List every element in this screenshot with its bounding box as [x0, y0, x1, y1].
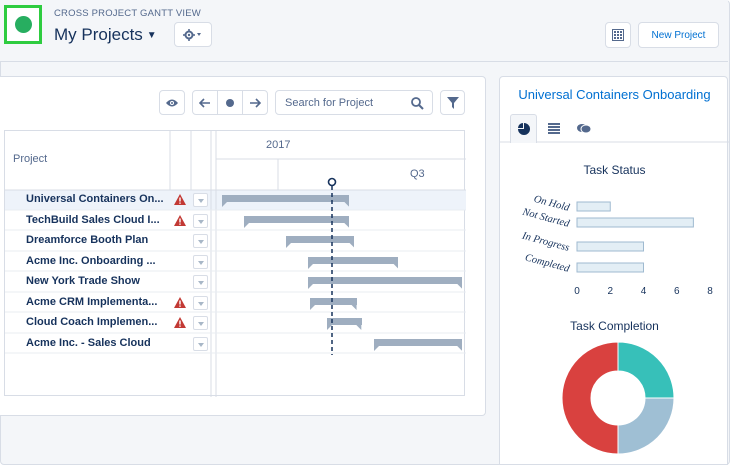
status-bar[interactable]	[576, 262, 644, 273]
status-axis-tick: 8	[707, 286, 713, 297]
warning-icon[interactable]	[174, 214, 186, 226]
row-menu-button[interactable]	[193, 193, 208, 207]
gantt-bar-caps	[373, 345, 462, 351]
completion-slice[interactable]	[617, 341, 675, 399]
arrow-left-icon	[199, 97, 210, 108]
status-category-label: In Progress	[520, 230, 571, 253]
completion-slice[interactable]	[561, 341, 619, 455]
task-completion-chart	[561, 341, 675, 455]
page-header: CROSS PROJECT GANTT VIEW My Projects ▼ Ne…	[0, 0, 728, 62]
gantt-bar[interactable]	[373, 338, 462, 346]
row-menu-button[interactable]	[193, 295, 208, 310]
arrow-right-icon	[250, 97, 261, 108]
tab-list[interactable]	[540, 114, 567, 142]
search-icon	[411, 97, 424, 110]
pie-chart-icon	[518, 123, 530, 135]
today-marker	[327, 177, 337, 355]
previous-button[interactable]	[192, 90, 218, 115]
filter-icon	[446, 96, 459, 109]
row-menu-button[interactable]	[193, 275, 208, 289]
gantt-row-name[interactable]: Universal Containers On...	[26, 193, 164, 205]
today-button[interactable]	[217, 90, 243, 115]
gear-icon	[183, 28, 201, 41]
new-project-button[interactable]: New Project	[638, 22, 719, 48]
gantt-row-name[interactable]: Cloud Coach Implemen...	[26, 316, 157, 328]
status-axis-tick: 2	[607, 286, 613, 297]
tab-chat[interactable]	[570, 114, 597, 142]
completion-slice[interactable]	[617, 397, 675, 455]
gantt-row-name[interactable]: New York Trade Show	[26, 275, 140, 287]
project-search[interactable]: Search for Project	[275, 90, 433, 115]
status-axis-tick: 0	[574, 286, 580, 297]
app-logo	[4, 5, 42, 44]
search-input[interactable]: Search for Project	[285, 97, 373, 109]
eye-button[interactable]	[159, 90, 185, 115]
status-category-label: Completed	[524, 252, 572, 275]
warning-icon[interactable]	[174, 317, 186, 328]
calendar-grid-button[interactable]	[605, 22, 631, 48]
warning-icon[interactable]	[174, 194, 186, 205]
row-menu-button[interactable]	[193, 336, 208, 351]
chevron-down-icon: ▼	[146, 30, 157, 42]
page-title-label: My Projects	[54, 25, 143, 44]
gantt-row-name[interactable]: Dreamforce Booth Plan	[26, 234, 148, 246]
gantt-bar[interactable]	[285, 236, 355, 243]
project-column-header[interactable]: Project	[13, 153, 47, 165]
status-axis-tick: 6	[674, 286, 680, 297]
quarter-label: Q3	[410, 168, 425, 180]
task-status-title: Task Status	[583, 163, 646, 177]
gantt-bar-caps	[285, 243, 355, 248]
detail-panel-title[interactable]: Universal Containers Onboarding	[500, 87, 729, 102]
calendar-grid-icon	[612, 29, 624, 41]
chat-icon	[577, 124, 591, 134]
gantt-row-name[interactable]: Acme Inc. Onboarding ...	[26, 255, 156, 267]
tab-chart[interactable]	[510, 114, 537, 143]
task-status-chart: On HoldNot StartedIn ProgressCompleted0 2…	[520, 194, 713, 297]
status-bar[interactable]	[576, 201, 611, 212]
gantt-row-name[interactable]: Acme CRM Implementa...	[26, 296, 157, 308]
page-eyebrow: CROSS PROJECT GANTT VIEW	[54, 8, 201, 19]
gantt-row-name[interactable]: Acme Inc. - Sales Cloud	[26, 337, 151, 349]
year-label: 2017	[266, 139, 291, 151]
logo-dot-icon	[15, 16, 32, 33]
filter-button[interactable]	[440, 90, 465, 115]
warning-icon[interactable]	[174, 296, 186, 308]
page-title[interactable]: My Projects ▼	[54, 25, 157, 45]
row-menu-button[interactable]	[193, 213, 208, 228]
row-menu-button[interactable]	[193, 254, 208, 269]
gantt-bar[interactable]	[307, 256, 399, 264]
dot-icon	[226, 98, 234, 107]
list-icon	[548, 123, 560, 134]
row-menu-button[interactable]	[193, 234, 208, 248]
status-bar[interactable]	[576, 217, 694, 228]
settings-menu-button[interactable]	[174, 22, 212, 47]
status-axis-tick: 4	[641, 286, 647, 297]
eye-icon	[166, 99, 178, 106]
row-menu-button[interactable]	[193, 316, 208, 330]
status-bar[interactable]	[576, 241, 644, 252]
gantt-row-name[interactable]: TechBuild Sales Cloud I...	[26, 214, 160, 226]
next-button[interactable]	[242, 90, 268, 115]
gantt-bar-caps	[307, 263, 399, 269]
